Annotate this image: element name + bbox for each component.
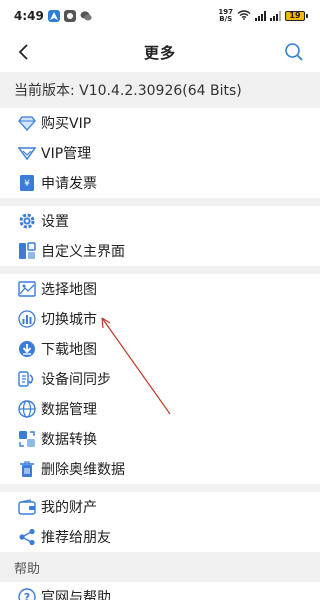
wechat-icon <box>80 10 92 22</box>
wallet-icon <box>18 498 36 516</box>
more-screen: 4:49 197 B/S 19 更多 当前版本: V10.4.2.30926(6… <box>0 0 320 600</box>
download-icon <box>18 340 36 358</box>
status-time: 4:49 <box>14 9 44 23</box>
title-bar: 更多 <box>0 32 320 72</box>
menu-item-recommend[interactable]: 推荐给朋友 <box>0 522 320 552</box>
wifi-icon <box>237 9 251 23</box>
trash-icon <box>18 460 36 478</box>
menu-item-label: 设置 <box>41 214 69 230</box>
city-icon <box>18 310 36 328</box>
menu-item-delete-data[interactable]: 删除奥维数据 <box>0 454 320 484</box>
help-group: ? 官网与帮助 <box>0 582 320 600</box>
menu-item-device-sync[interactable]: 设备间同步 <box>0 364 320 394</box>
menu-item-label: 自定义主界面 <box>41 244 125 260</box>
status-left: 4:49 <box>14 9 92 23</box>
menu-item-data-convert[interactable]: 数据转换 <box>0 424 320 454</box>
menu-item-label: 选择地图 <box>41 282 97 298</box>
location-app-icon <box>47 10 60 22</box>
search-button[interactable] <box>282 40 306 64</box>
svg-text:?: ? <box>24 591 30 600</box>
menu-item-settings[interactable]: 设置 <box>0 206 320 236</box>
gear-icon <box>18 212 36 230</box>
grid-layout-icon <box>18 242 36 260</box>
version-info: 当前版本: V10.4.2.30926(64 Bits) <box>0 72 320 108</box>
menu-item-label: 设备间同步 <box>41 372 111 388</box>
menu-item-label: 推荐给朋友 <box>41 530 111 546</box>
help-section-header: 帮助 <box>0 552 320 582</box>
menu-item-select-map[interactable]: 选择地图 <box>0 274 320 304</box>
status-right: 197 B/S 19 <box>218 9 308 23</box>
help-icon: ? <box>18 588 36 600</box>
menu-item-vip-manage[interactable]: VIP管理 <box>0 138 320 168</box>
menu-item-label: 删除奥维数据 <box>41 462 125 478</box>
map-icon <box>18 280 36 298</box>
menu-item-buy-vip[interactable]: 购买VIP <box>0 108 320 138</box>
menu-item-label: 申请发票 <box>41 176 97 192</box>
status-bar: 4:49 197 B/S 19 <box>0 0 320 32</box>
map-group: 选择地图 切换城市 下载地图 设备间同步 数据管理 数据转换 删除奥维数据 <box>0 274 320 484</box>
menu-item-invoice[interactable]: ¥ 申请发票 <box>0 168 320 198</box>
invoice-icon: ¥ <box>18 174 36 192</box>
menu-item-data-manage[interactable]: 数据管理 <box>0 394 320 424</box>
battery-icon: 19 <box>285 11 308 21</box>
share-icon <box>18 528 36 546</box>
settings-group: 设置 自定义主界面 <box>0 206 320 266</box>
search-icon <box>285 43 303 61</box>
menu-item-website-help[interactable]: ? 官网与帮助 <box>0 582 320 600</box>
menu-item-label: 我的财产 <box>41 500 97 516</box>
menu-item-my-assets[interactable]: 我的财产 <box>0 492 320 522</box>
globe-icon <box>18 400 36 418</box>
menu-item-label: 购买VIP <box>41 116 92 132</box>
diamond-icon <box>18 114 36 132</box>
menu-item-custom-main[interactable]: 自定义主界面 <box>0 236 320 266</box>
page-title: 更多 <box>143 43 176 62</box>
back-button[interactable] <box>12 40 36 64</box>
account-group: 我的财产 推荐给朋友 <box>0 492 320 552</box>
signal-icon-1 <box>255 11 266 21</box>
gallery-app-icon <box>63 10 76 22</box>
menu-item-label: 数据转换 <box>41 432 97 448</box>
vip-crown-icon <box>18 144 36 162</box>
menu-item-switch-city[interactable]: 切换城市 <box>0 304 320 334</box>
vip-group: 购买VIP VIP管理 ¥ 申请发票 <box>0 108 320 198</box>
menu-item-label: 官网与帮助 <box>41 590 111 600</box>
svg-text:¥: ¥ <box>24 179 30 189</box>
menu-item-label: VIP管理 <box>41 146 92 162</box>
menu-item-label: 下载地图 <box>41 342 97 358</box>
convert-icon <box>18 430 36 448</box>
signal-icon-2 <box>270 11 281 21</box>
menu-item-download-map[interactable]: 下载地图 <box>0 334 320 364</box>
network-speed-unit: B/S <box>219 15 233 23</box>
network-speed: 197 B/S <box>218 9 233 23</box>
battery-level: 19 <box>285 11 305 21</box>
sync-icon <box>18 370 36 388</box>
menu-item-label: 数据管理 <box>41 402 97 418</box>
menu-item-label: 切换城市 <box>41 312 97 328</box>
chevron-left-icon <box>18 44 28 60</box>
